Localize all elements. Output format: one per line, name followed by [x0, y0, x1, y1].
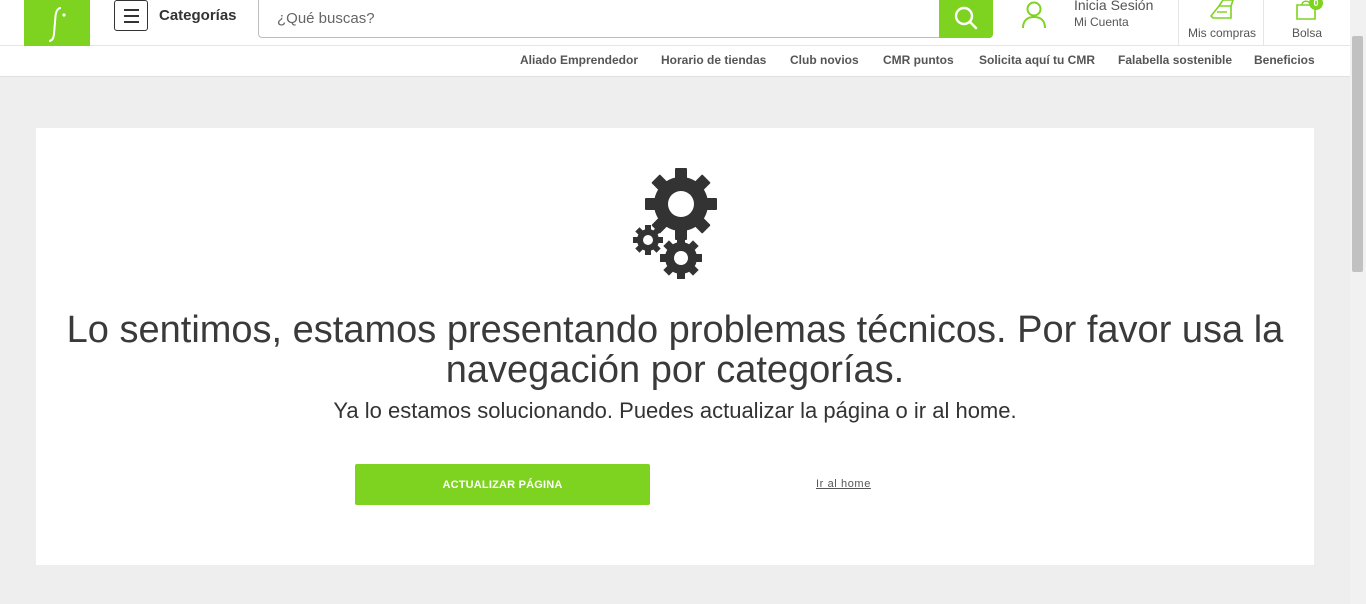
header-divider [1178, 0, 1179, 45]
search-bar [258, 0, 993, 38]
search-input[interactable] [275, 5, 919, 31]
header-divider [1263, 0, 1264, 45]
falabella-logo[interactable] [24, 0, 90, 47]
nav-link-beneficios[interactable]: Beneficios [1254, 53, 1315, 67]
go-home-link[interactable]: Ir al home [816, 478, 871, 490]
refresh-page-button[interactable]: ACTUALIZAR PÁGINA [355, 464, 650, 505]
scrollbar-thumb[interactable] [1352, 36, 1363, 272]
search-icon [954, 6, 978, 30]
hamburger-icon [123, 7, 139, 25]
falabella-f-icon [48, 6, 66, 42]
header: Categorías Inicia Sesión Mi Cuenta Mis c… [0, 0, 1350, 47]
my-account-link[interactable]: Mi Cuenta [1074, 15, 1129, 29]
purchases-icon [1209, 0, 1234, 19]
error-title: Lo sentimos, estamos presentando problem… [66, 309, 1284, 391]
my-purchases-label: Mis compras [1187, 26, 1256, 40]
nav-link-falabella-sostenible[interactable]: Falabella sostenible [1118, 53, 1232, 67]
login-link[interactable]: Inicia Sesión [1074, 0, 1153, 13]
search-button[interactable] [939, 0, 993, 38]
gears-icon [633, 168, 717, 279]
nav-link-solicita-cmr[interactable]: Solicita aquí tu CMR [979, 53, 1095, 67]
bag-label: Bolsa [1291, 26, 1323, 40]
nav-link-club-novios[interactable]: Club novios [790, 53, 859, 67]
secondary-nav: Aliado Emprendedor Horario de tiendas Cl… [0, 46, 1350, 77]
nav-link-horario-de-tiendas[interactable]: Horario de tiendas [661, 53, 766, 67]
my-purchases-button[interactable]: Mis compras [1180, 0, 1264, 45]
nav-link-aliado-emprendedor[interactable]: Aliado Emprendedor [520, 53, 638, 67]
user-icon[interactable] [1020, 0, 1048, 30]
categories-label[interactable]: Categorías [159, 7, 237, 24]
error-subtitle: Ya lo estamos solucionando. Puedes actua… [333, 398, 1017, 423]
categories-menu-button[interactable] [114, 0, 148, 31]
bag-button[interactable]: Bolsa [1265, 0, 1349, 45]
nav-link-cmr-puntos[interactable]: CMR puntos [883, 53, 954, 67]
